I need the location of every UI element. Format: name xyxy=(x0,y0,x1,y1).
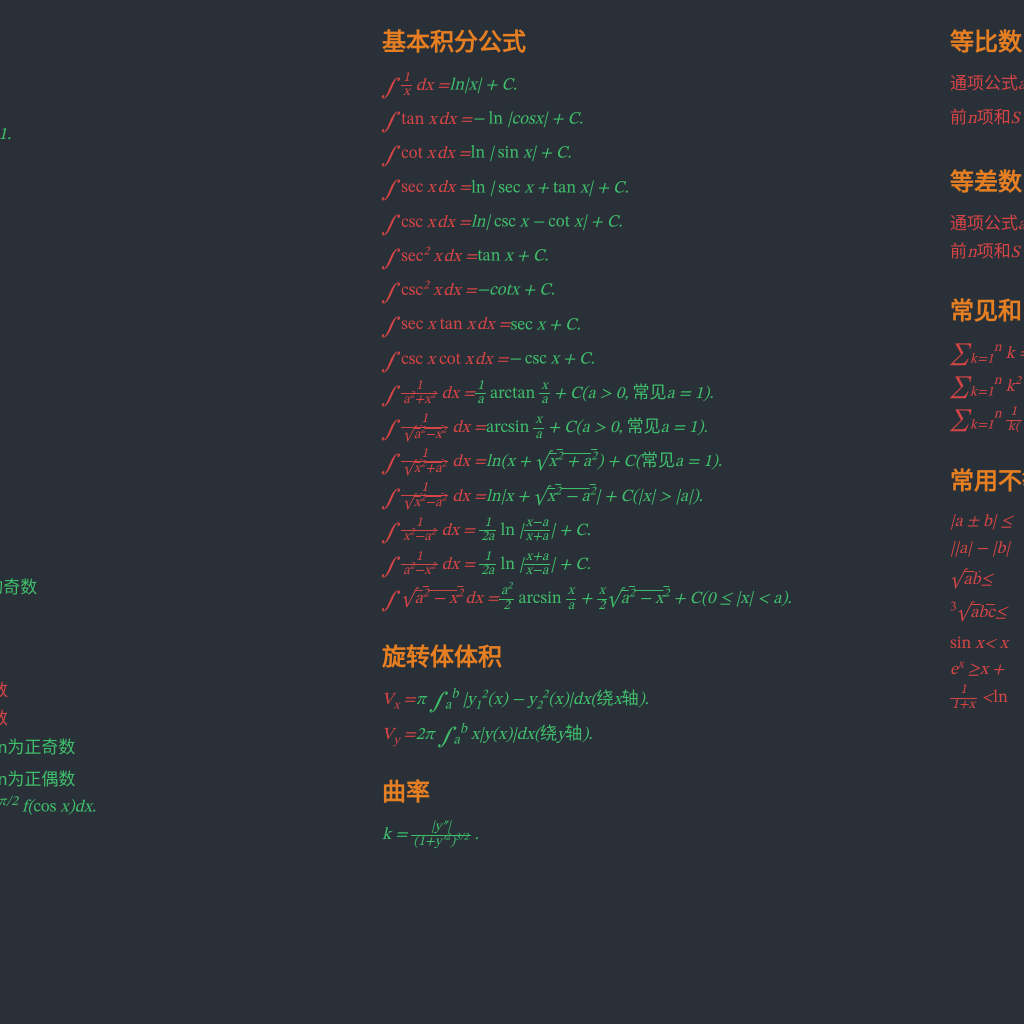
heading-curvature: 曲率 xyxy=(382,772,792,807)
right-column: 等比数 通项公式a 前n项和S 等差数 通项公式a 前n项和S 常见和 ∑k=1… xyxy=(950,22,1024,713)
heading-geometric: 等比数 xyxy=(950,22,1024,57)
heading-basic-integrals: 基本积分公式 xyxy=(382,22,792,57)
left-series: + ··· = ∑n=0∞ (−1)n x2n+1(2n+1)!. = ∑n=0… xyxy=(0,55,11,240)
heading-arithmetic: 等差数 xyxy=(950,162,1024,197)
left-cases-2: n为正奇数 32 · ····· · 12 · π2 n为正偶数 xyxy=(0,735,75,796)
heading-solid-of-revolution: 旋转体体积 xyxy=(382,637,792,672)
mid-column: 基本积分公式 ∫ 1x dx =ln|x| + C. ∫ tan x dx =−… xyxy=(382,22,792,850)
sheet-canvas: + ··· = ∑n=0∞ (−1)n x2n+1(2n+1)!. = ∑n=0… xyxy=(0,0,1024,1024)
left-cases: 为正奇数 为正偶数 xyxy=(0,678,8,735)
heading-inequalities: 常用不等式 xyxy=(950,461,1024,496)
left-integral-last: sin x)dx = π ∫0π/2 f(cos x)dx. xyxy=(0,793,96,827)
heading-common-sums: 常见和 xyxy=(950,291,1024,326)
left-wallis: ··· 23 · 1 n为大于1的奇数 ··· 12 · π2 n为正偶数 xyxy=(0,575,37,632)
